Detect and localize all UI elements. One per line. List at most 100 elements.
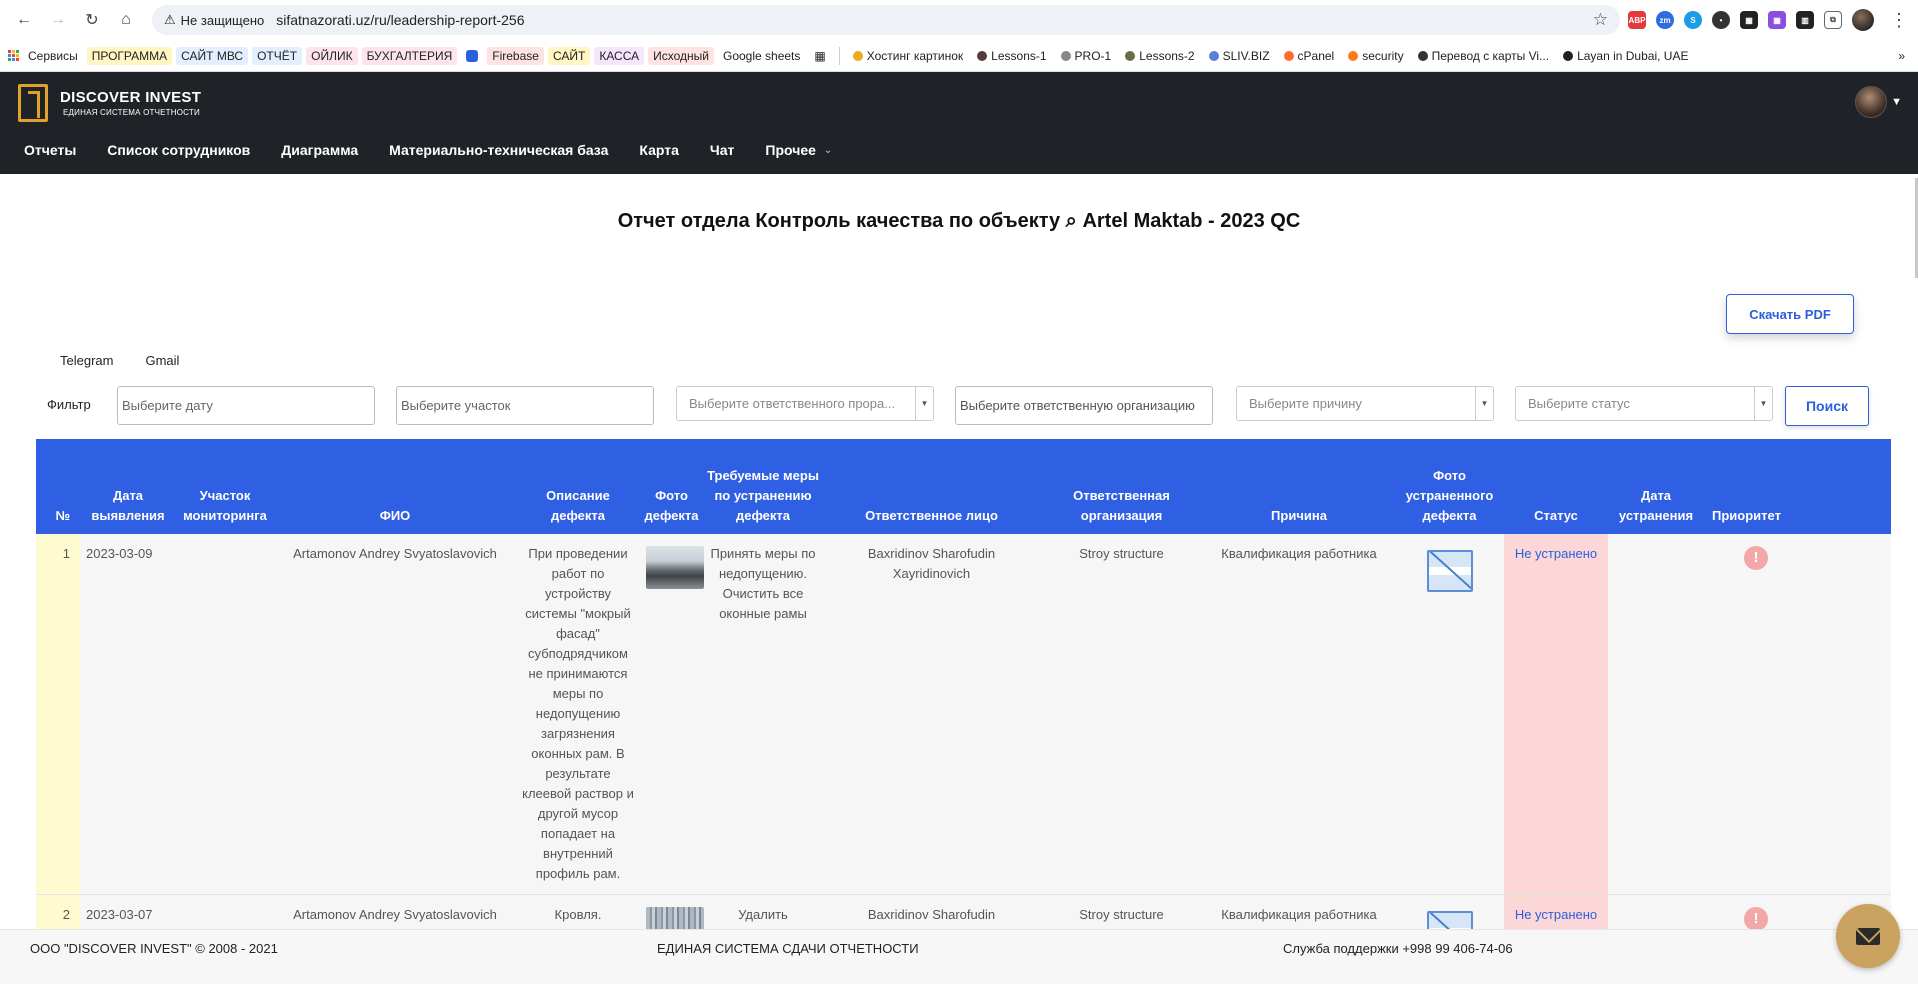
logo-subtitle: ЕДИНАЯ СИСТЕМА ОТЧЕТНОСТИ [63, 108, 200, 117]
nav-material-base[interactable]: Материально-техническая база [389, 142, 608, 158]
broken-image-icon[interactable] [1426, 550, 1473, 592]
defect-photo-thumbnail[interactable] [646, 546, 704, 589]
table-row[interactable]: 2 2023-03-07 Artamonov Andrey Svyatoslav… [36, 894, 1891, 929]
warning-icon: ⚠ [164, 12, 176, 27]
reload-icon[interactable]: ↻ [78, 6, 106, 34]
col-monitoring-section[interactable]: Участок мониторинга [176, 439, 274, 534]
table-row[interactable]: 1 2023-03-09 Artamonov Andrey Svyatoslav… [36, 534, 1891, 895]
bookmark-favicon-icon [1417, 50, 1428, 61]
date-filter-input[interactable]: Выберите дату [117, 386, 375, 425]
bookmark-item[interactable]: Google sheets [718, 47, 805, 65]
bookmark-item[interactable]: Исходный [648, 46, 714, 65]
home-icon[interactable]: ⌂ [112, 6, 140, 34]
chevron-down-icon[interactable]: ▼ [915, 387, 933, 420]
bookmarks-grid-icon[interactable]: ▦ [809, 47, 830, 65]
store-icon[interactable]: ▥ [1796, 11, 1814, 29]
col-fix-date[interactable]: Дата устранения [1608, 439, 1704, 534]
extension-icon[interactable]: • [1712, 11, 1730, 29]
col-reason[interactable]: Причина [1203, 439, 1395, 534]
bookmark-label: ПРОГРАММА [91, 48, 168, 63]
col-detection-date[interactable]: Дата выявления [80, 439, 176, 534]
foreman-filter-select[interactable]: Выберите ответственного прора... ▼ [676, 386, 934, 421]
col-responsible-org[interactable]: Ответственная организация [1040, 439, 1203, 534]
adblock-icon[interactable]: ABP [1628, 11, 1646, 29]
col-required-measures[interactable]: Требуемые меры по устранению дефекта [703, 439, 823, 534]
row-responsible: Baxridinov Sharofudin Xayridinovich [823, 534, 1040, 895]
bookmark-item[interactable]: security [1343, 47, 1408, 65]
bookmark-item[interactable]: Firebase [487, 46, 544, 65]
share-gmail-link[interactable]: Gmail [145, 353, 179, 368]
defect-photo-thumbnail[interactable] [646, 907, 704, 929]
nav-diagram[interactable]: Диаграмма [281, 142, 358, 158]
url-text[interactable]: sifatnazorati.uz/ru/leadership-report-25… [276, 12, 1593, 28]
puzzle-icon[interactable]: ⧉ [1824, 11, 1842, 29]
star-icon[interactable]: ☆ [1593, 10, 1608, 30]
col-fio[interactable]: ФИО [274, 439, 516, 534]
nav-reports[interactable]: Отчеты [24, 142, 76, 158]
chevron-down-icon[interactable]: ▼ [1891, 96, 1902, 108]
bookmark-item[interactable]: cPanel [1279, 47, 1340, 65]
reason-filter-select[interactable]: Выберите причину ▼ [1236, 386, 1494, 421]
bookmark-label: Перевод с карты Vi... [1431, 48, 1550, 63]
chevron-down-icon[interactable]: ▼ [1475, 387, 1493, 420]
reason-filter-placeholder: Выберите причину [1249, 396, 1362, 411]
bookmark-item[interactable]: Lessons-2 [1120, 47, 1199, 65]
bookmark-label: Хостинг картинок [866, 48, 964, 63]
bookmark-item[interactable]: Хостинг картинок [848, 47, 968, 65]
security-chip[interactable]: ⚠ Не защищено [164, 12, 264, 28]
user-menu[interactable]: ▼ [1855, 86, 1902, 118]
bookmarks-overflow-icon[interactable]: » [1893, 47, 1910, 65]
menu-kebab-icon[interactable]: ⋮ [1890, 10, 1908, 31]
broken-image-icon[interactable] [1426, 911, 1473, 929]
site-header: DISCOVER INVEST ЕДИНАЯ СИСТЕМА ОТЧЕТНОСТ… [0, 72, 1918, 174]
nav-map[interactable]: Карта [639, 142, 679, 158]
row-status[interactable]: Не устранено [1504, 894, 1608, 929]
bookmark-item[interactable] [461, 48, 483, 64]
bookmark-item[interactable]: Layan in Dubai, UAE [1558, 47, 1693, 65]
col-status[interactable]: Статус [1504, 439, 1608, 534]
download-pdf-button[interactable]: Скачать PDF [1726, 294, 1854, 334]
bookmark-item[interactable]: ОТЧЁТ [252, 46, 303, 65]
bookmark-item[interactable]: Lessons-1 [972, 47, 1051, 65]
bookmark-item[interactable]: КАССА [594, 46, 645, 65]
bookmark-item[interactable]: Сервисы [23, 47, 83, 65]
mail-button[interactable] [1836, 904, 1900, 968]
search-button[interactable]: Поиск [1785, 386, 1869, 426]
nav-other[interactable]: Прочее ⌄ [765, 142, 832, 158]
nav-chat[interactable]: Чат [710, 142, 734, 158]
colorpicker-icon[interactable]: ▦ [1740, 11, 1758, 29]
bookmark-item[interactable]: SLIV.BIZ [1204, 47, 1275, 65]
zoom-icon[interactable]: zm [1656, 11, 1674, 29]
bookmark-item[interactable]: Перевод с карты Vi... [1413, 47, 1554, 65]
shazam-icon[interactable]: S [1684, 11, 1702, 29]
status-filter-select[interactable]: Выберите статус ▼ [1515, 386, 1773, 421]
share-telegram-link[interactable]: Telegram [60, 353, 113, 368]
bookmark-label: PRO-1 [1074, 48, 1112, 63]
grid-extension-icon[interactable]: ▦ [1768, 11, 1786, 29]
col-defect-description[interactable]: Описание дефекта [516, 439, 640, 534]
bookmark-favicon-icon [977, 50, 988, 61]
forward-icon[interactable]: → [44, 6, 72, 34]
bookmark-item[interactable]: САЙТ [547, 46, 591, 65]
bookmark-item[interactable]: PRO-1 [1056, 47, 1117, 65]
profile-avatar-icon[interactable] [1852, 9, 1874, 31]
bookmark-item[interactable]: БУХГАЛТЕРИЯ [361, 46, 458, 65]
back-icon[interactable]: ← [10, 6, 38, 34]
section-filter-input[interactable]: Выберите участок [396, 386, 654, 425]
apps-grid-icon[interactable] [8, 50, 19, 61]
bookmark-item[interactable]: ОЙЛИК [306, 46, 358, 65]
col-responsible-person[interactable]: Ответственное лицо [823, 439, 1040, 534]
priority-alert-icon[interactable]: ! [1744, 546, 1768, 570]
col-priority[interactable]: Приоритет [1704, 439, 1891, 534]
organization-filter-input[interactable]: Выберите ответственную организацию [955, 386, 1213, 425]
bookmark-item[interactable]: САЙТ МВС [176, 46, 249, 65]
logo[interactable]: DISCOVER INVEST ЕДИНАЯ СИСТЕМА ОТЧЕТНОСТ… [18, 84, 201, 122]
address-bar[interactable]: ⚠ Не защищено sifatnazorati.uz/ru/leader… [152, 5, 1620, 35]
avatar[interactable] [1855, 86, 1888, 118]
chevron-down-icon[interactable]: ▼ [1754, 387, 1772, 420]
nav-employees[interactable]: Список сотрудников [107, 142, 250, 158]
priority-alert-icon[interactable]: ! [1744, 907, 1768, 929]
row-measures: Удалить поврежденный участок штукатурки … [703, 894, 823, 929]
bookmark-item[interactable]: ПРОГРАММА [86, 46, 173, 65]
row-status[interactable]: Не устранено [1504, 534, 1608, 895]
